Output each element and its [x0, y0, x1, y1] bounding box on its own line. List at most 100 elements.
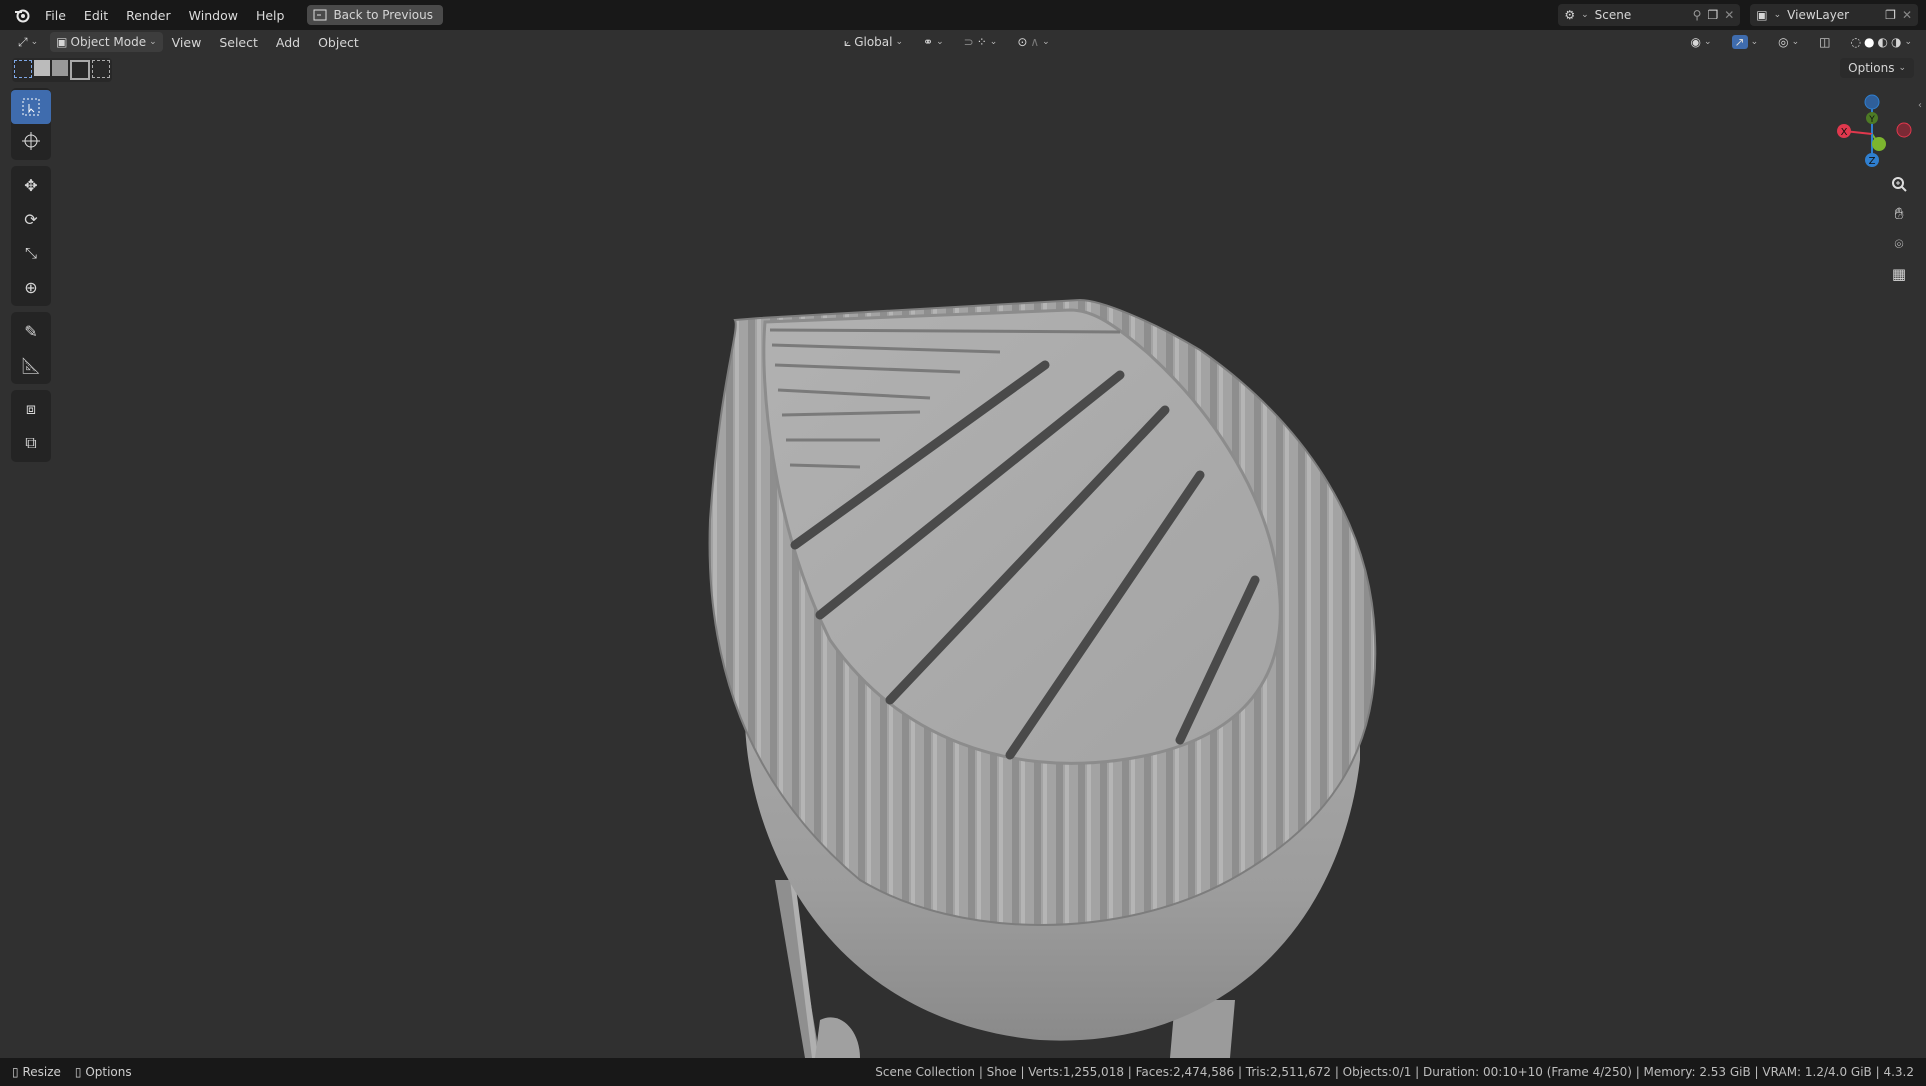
wireframe-shading-icon[interactable]: ◌ [1851, 35, 1861, 49]
overlays-icon: ◎ [1778, 35, 1789, 49]
status-resize-label: Resize [22, 1065, 61, 1079]
axis-editor-icon: ⤢ [18, 34, 28, 49]
annotate-tool[interactable]: ✎ [11, 314, 51, 348]
mouse-icon: ▯ [12, 1065, 19, 1079]
gizmo-neg-x-handle[interactable] [1896, 122, 1912, 138]
chevron-down-icon: ⌄ [895, 37, 904, 47]
close-icon[interactable]: ✕ [1902, 8, 1912, 22]
mouse-icon: ▯ [74, 1065, 82, 1079]
scale-tool[interactable]: ⤡ [11, 236, 51, 270]
screen-back-icon [313, 9, 327, 21]
grid-perspective-icon[interactable]: ▦ [1885, 262, 1913, 286]
proportional-editing-toggle[interactable]: ⊙ ∧ ⌄ [1011, 32, 1055, 52]
pin-icon[interactable]: ⚲ [1693, 8, 1702, 22]
xray-icon: ◫ [1819, 35, 1831, 49]
hand-pan-icon[interactable]: ✋︎ [1885, 202, 1913, 226]
material-shading-icon[interactable]: ◐ [1877, 35, 1887, 49]
gizmo-icon: ↗ [1731, 35, 1748, 49]
mode-label: Object Mode [70, 35, 147, 49]
add-primitive-tool[interactable]: ⧉ [11, 426, 51, 460]
overlays-toggle[interactable]: ◎ ⌄ [1772, 32, 1805, 52]
view-layer-name: ViewLayer [1787, 8, 1850, 22]
menu-select[interactable]: Select [210, 35, 267, 50]
viewport-header: ⤢ ⌄ ▣ Object Mode ⌄ View Select Add Objec… [0, 30, 1926, 54]
menu-object[interactable]: Object [309, 35, 368, 50]
mode-dropdown[interactable]: ▣ Object Mode ⌄ [50, 32, 163, 52]
pivot-point-dropdown[interactable]: ⚭ ⌄ [917, 32, 950, 52]
scene-selector[interactable]: ⚙ ⌄ Scene ⚲ ❐ ✕ [1558, 4, 1741, 26]
camera-icon[interactable]: ⌾ [1885, 232, 1913, 256]
gizmo-y-handle[interactable] [1872, 137, 1886, 151]
menu-add[interactable]: Add [267, 35, 309, 50]
measure-tool[interactable]: 📐︎ [11, 348, 51, 382]
xray-toggle[interactable]: ◫ [1813, 32, 1836, 52]
rendered-shading-icon[interactable]: ◑ [1891, 35, 1901, 49]
select-box-tool[interactable] [11, 90, 51, 124]
editor-type-button[interactable]: ⤢ ⌄ [12, 32, 44, 52]
transform-tool[interactable]: ⊕ [11, 270, 51, 304]
scale-icon: ⤡ [24, 244, 37, 262]
gizmo-toggle[interactable]: ↗ ⌄ [1726, 32, 1765, 52]
falloff-icon: ∧ [1030, 35, 1040, 49]
new-scene-icon[interactable]: ❐ [1707, 8, 1718, 22]
ruler-icon: 📐︎ [20, 355, 42, 375]
back-to-previous-label: Back to Previous [333, 8, 433, 22]
move-tool[interactable]: ✥ [11, 168, 51, 202]
cursor-icon [22, 132, 40, 150]
options-dropdown[interactable]: Options ⌄ [1840, 58, 1914, 78]
menu-view[interactable]: View [163, 35, 211, 50]
pencil-icon: ✎ [24, 321, 38, 341]
move-icon: ✥ [24, 175, 38, 195]
menu-window[interactable]: Window [180, 8, 247, 23]
rotate-tool[interactable]: ⟳ [11, 202, 51, 236]
tool-group-add: ⧈ ⧉ [11, 390, 51, 462]
proportional-edit-icon: ⊙ [1017, 35, 1028, 49]
menu-file[interactable]: File [36, 8, 75, 23]
viewport-mesh[interactable] [0, 0, 1926, 1086]
rotate-icon: ⟳ [24, 209, 38, 229]
select-new-icon[interactable] [14, 60, 32, 78]
back-to-previous-button[interactable]: Back to Previous [307, 5, 443, 25]
visibility-dropdown[interactable]: ◉ ⌄ [1685, 32, 1718, 52]
chevron-down-icon: ⌄ [1703, 37, 1712, 47]
tool-group-annotate: ✎ 📐︎ [11, 312, 51, 384]
snap-toggle[interactable]: ⊃ ⁘ ⌄ [958, 32, 1004, 52]
chevron-down-icon: ⌄ [1791, 37, 1800, 47]
blender-logo-icon[interactable] [8, 0, 36, 30]
status-resize: ▯ Resize [12, 1065, 61, 1079]
view-layer-selector[interactable]: ▣ ⌄ ViewLayer ❐ ✕ [1750, 4, 1918, 26]
status-options-label: Options [85, 1065, 132, 1079]
scene-statistics: Scene Collection | Shoe | Verts:1,255,01… [875, 1065, 1914, 1079]
scene-name: Scene [1594, 8, 1632, 22]
menu-render[interactable]: Render [117, 8, 180, 23]
select-subtract-icon[interactable] [52, 60, 68, 76]
select-intersect-icon[interactable] [92, 60, 110, 78]
select-extend-icon[interactable] [34, 60, 50, 76]
close-icon[interactable]: ✕ [1724, 8, 1734, 22]
new-view-layer-icon[interactable]: ❐ [1885, 8, 1896, 22]
chevron-down-icon: ⌄ [1042, 37, 1050, 47]
chevron-down-icon: ⌄ [1750, 37, 1759, 47]
cursor-tool[interactable] [11, 124, 51, 158]
eye-icon: ◉ [1690, 35, 1701, 49]
select-invert-icon[interactable] [70, 60, 90, 80]
options-label: Options [1848, 61, 1895, 75]
object-mode-icon: ▣ [56, 35, 68, 49]
menu-edit[interactable]: Edit [75, 8, 117, 23]
tool-shelf: ✥ ⟳ ⤡ ⊕ ✎ 📐︎ ⧈ ⧉ [11, 88, 51, 468]
scene-icon: ⚙ [1564, 8, 1576, 22]
viewport-navigation: ✋︎ ⌾ ▦ [1885, 172, 1913, 286]
zoom-icon[interactable] [1885, 172, 1913, 196]
menu-help[interactable]: Help [247, 8, 294, 23]
status-options: ▯ Options [75, 1065, 132, 1079]
gizmo-neg-z-handle[interactable] [1864, 94, 1880, 110]
gizmo-z-label: Z [1869, 156, 1876, 167]
add-cube-tool[interactable]: ⧈ [11, 392, 51, 426]
shading-modes[interactable]: ◌ ● ◐ ◑ ⌄ [1845, 32, 1918, 52]
collapse-sidebar-icon[interactable]: ‹ [1918, 100, 1922, 111]
solid-shading-icon[interactable]: ● [1864, 35, 1874, 49]
navigation-gizmo[interactable]: X Y Z [1828, 88, 1918, 178]
transform-orientation-dropdown[interactable]: ⟀ Global ⌄ [838, 32, 909, 52]
select-box-icon [22, 98, 40, 116]
selection-mode-buttons [12, 58, 112, 82]
